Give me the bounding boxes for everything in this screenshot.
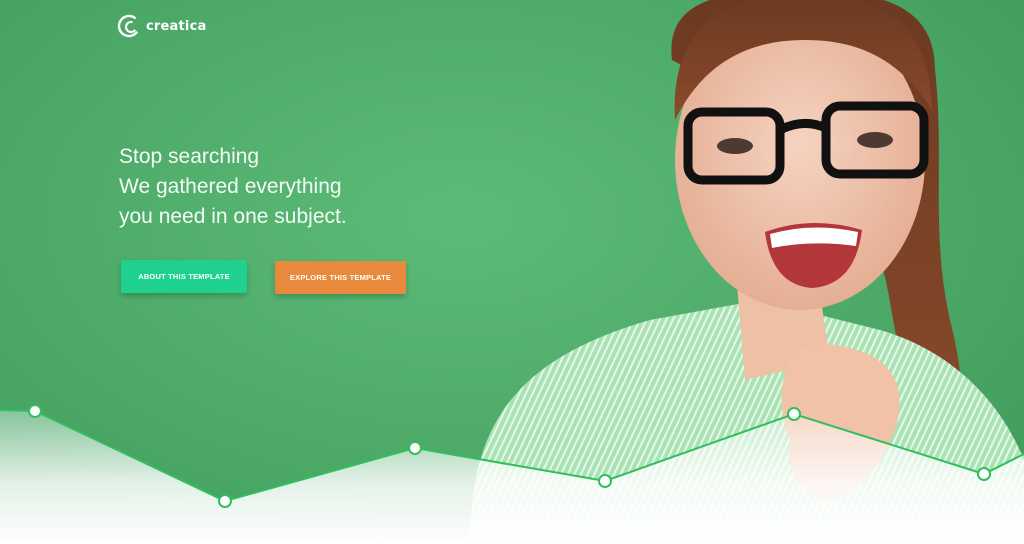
hero-section: creatica Stop searching We gathered ever… <box>0 0 1024 544</box>
graph-point <box>28 404 42 418</box>
graph-point <box>787 407 801 421</box>
graph-point <box>218 494 232 508</box>
graph-point <box>598 474 612 488</box>
graph-point <box>408 441 422 455</box>
decorative-line-graph <box>0 404 1024 544</box>
graph-point <box>977 467 991 481</box>
graph-area-fill <box>0 410 1024 544</box>
